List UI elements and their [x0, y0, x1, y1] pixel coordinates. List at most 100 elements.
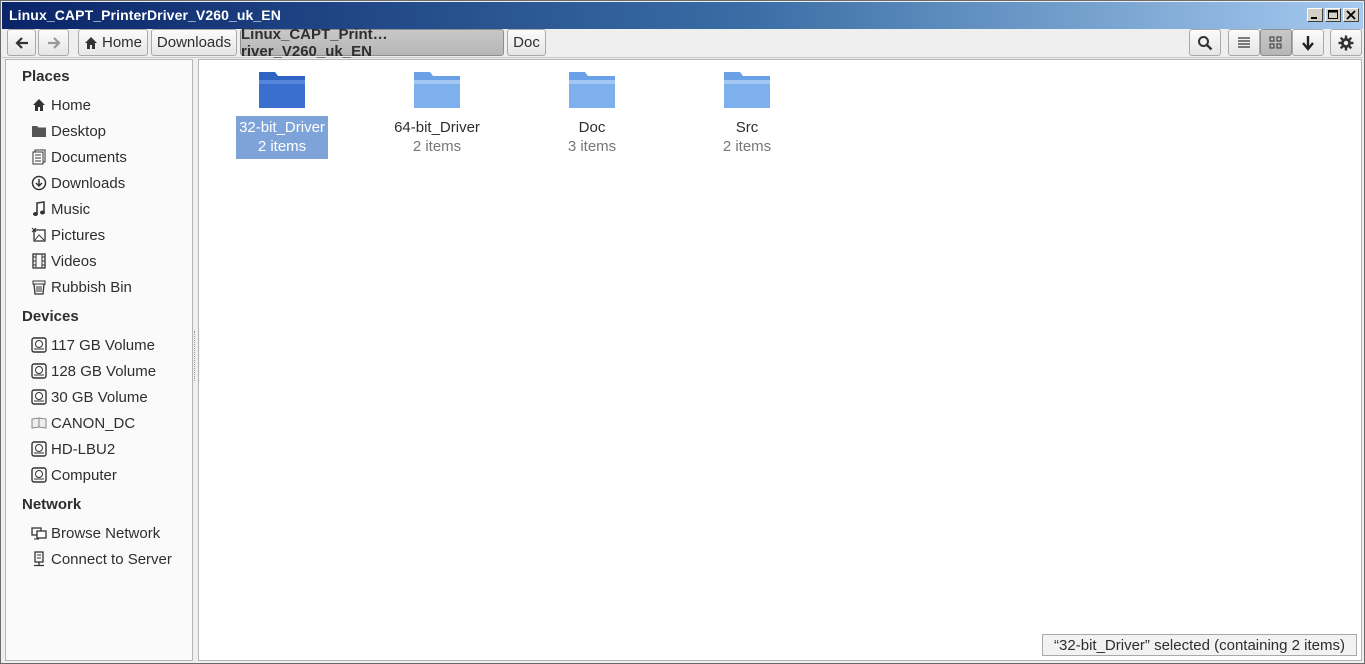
- search-button[interactable]: [1189, 29, 1221, 56]
- folder-item-count: 2 items: [412, 138, 462, 155]
- drive-icon: [30, 466, 48, 484]
- minimize-button[interactable]: [1307, 8, 1323, 22]
- folder-item-count: 2 items: [257, 138, 307, 155]
- breadcrumb-current[interactable]: Linux_CAPT_Print…river_V260_uk_EN: [240, 26, 504, 60]
- sidebar-item-label: Documents: [51, 148, 127, 166]
- sidebar-item-connect-to-server[interactable]: Connect to Server: [6, 547, 192, 571]
- breadcrumb-doc[interactable]: Doc: [507, 29, 546, 56]
- folder-name: Doc: [578, 119, 606, 136]
- close-icon: [1346, 10, 1356, 20]
- sidebar-item-documents[interactable]: Documents: [6, 145, 192, 169]
- back-button[interactable]: [7, 29, 36, 56]
- folder-name: 32-bit_Driver: [239, 119, 325, 136]
- sidebar-item-canon-dc[interactable]: CANON_DC: [6, 411, 192, 435]
- folder-icon: [724, 72, 770, 108]
- sidebar-item-label: 117 GB Volume: [51, 336, 155, 354]
- download-circle-icon: [30, 174, 48, 192]
- minimize-icon: [1311, 17, 1317, 19]
- network-heading: Network: [22, 496, 82, 513]
- folder-item-32-bit-driver[interactable]: 32-bit_Driver 2 items: [227, 68, 337, 159]
- folder-icon: [259, 72, 305, 108]
- drive-icon: [30, 336, 48, 354]
- film-icon: [30, 252, 48, 270]
- music-note-icon: [30, 200, 48, 218]
- sidebar-item-home[interactable]: Home: [6, 93, 192, 117]
- sidebar-item-label: Pictures: [51, 226, 106, 244]
- sidebar-item-label: Desktop: [51, 122, 107, 140]
- file-manager-window: Linux_CAPT_PrinterDriver_V260_uk_EN Home…: [0, 0, 1365, 664]
- maximize-button[interactable]: [1325, 8, 1341, 22]
- sidebar-item-downloads[interactable]: Downloads: [6, 171, 192, 195]
- status-text: “32-bit_Driver” selected (containing 2 i…: [1054, 636, 1345, 654]
- breadcrumb-current-label: Linux_CAPT_Print…river_V260_uk_EN: [241, 25, 388, 60]
- sidebar-item-label: Videos: [51, 252, 97, 270]
- network-icon: [30, 524, 48, 542]
- sidebar-item-label: 128 GB Volume: [51, 362, 157, 380]
- close-button[interactable]: [1343, 8, 1359, 22]
- sidebar: Places Home Desktop Documents Downloads …: [5, 59, 193, 661]
- sidebar-item-browse-network[interactable]: Browse Network: [6, 521, 192, 545]
- sidebar-item-desktop[interactable]: Desktop: [6, 119, 192, 143]
- arrow-left-icon: [14, 36, 28, 49]
- picture-icon: [30, 226, 48, 244]
- optical-disc-icon: [30, 414, 48, 432]
- folder-name: Src: [735, 119, 759, 136]
- sidebar-item-videos[interactable]: Videos: [6, 249, 192, 273]
- breadcrumb-doc-label: Doc: [513, 34, 540, 51]
- sidebar-item-30gb-volume[interactable]: 30 GB Volume: [6, 385, 192, 409]
- sidebar-item-computer[interactable]: Computer: [6, 463, 192, 487]
- places-heading: Places: [22, 68, 70, 85]
- window-controls: [1307, 8, 1359, 22]
- search-icon: [1198, 35, 1213, 50]
- grid-view-icon: [1269, 36, 1282, 48]
- sidebar-item-label: CANON_DC: [51, 414, 136, 432]
- pane-splitter[interactable]: [194, 331, 196, 381]
- download-icon: [1302, 35, 1314, 51]
- sidebar-item-128gb-volume[interactable]: 128 GB Volume: [6, 359, 192, 383]
- sidebar-item-label: Computer: [51, 466, 117, 484]
- sidebar-item-hd-lbu2[interactable]: HD-LBU2: [6, 437, 192, 461]
- sidebar-item-label: 30 GB Volume: [51, 388, 148, 406]
- breadcrumb-home[interactable]: Home: [78, 29, 148, 56]
- list-view-button[interactable]: [1228, 29, 1260, 56]
- forward-button[interactable]: [38, 29, 69, 56]
- folder-item-64-bit-driver[interactable]: 64-bit_Driver 2 items: [382, 68, 492, 157]
- drive-icon: [30, 440, 48, 458]
- title-bar[interactable]: Linux_CAPT_PrinterDriver_V260_uk_EN: [2, 2, 1363, 29]
- drive-icon: [30, 362, 48, 380]
- gear-icon: [1338, 35, 1354, 50]
- grid-view-button[interactable]: [1260, 29, 1292, 56]
- folder-item-count: 2 items: [722, 138, 772, 155]
- sidebar-item-label: Music: [51, 200, 91, 218]
- sidebar-item-label: Rubbish Bin: [51, 278, 132, 296]
- folder-item-doc[interactable]: Doc 3 items: [537, 68, 647, 157]
- folder-name: 64-bit_Driver: [394, 119, 480, 136]
- drive-icon: [30, 388, 48, 406]
- folder-item-src[interactable]: Src 2 items: [692, 68, 802, 157]
- folder-item-count: 3 items: [567, 138, 617, 155]
- sidebar-item-rubbish-bin[interactable]: Rubbish Bin: [6, 275, 192, 299]
- home-icon: [84, 36, 97, 49]
- selection-highlight: 32-bit_Driver 2 items: [236, 116, 328, 159]
- status-bar: “32-bit_Driver” selected (containing 2 i…: [1042, 634, 1357, 656]
- sidebar-item-label: HD-LBU2: [51, 440, 116, 458]
- sidebar-item-label: Connect to Server: [51, 550, 172, 568]
- sidebar-item-pictures[interactable]: Pictures: [6, 223, 192, 247]
- breadcrumb-home-label: Home: [101, 34, 142, 51]
- list-view-icon: [1238, 36, 1250, 48]
- sidebar-item-label: Downloads: [51, 174, 126, 192]
- settings-button[interactable]: [1330, 29, 1362, 56]
- sidebar-item-label: Browse Network: [51, 524, 161, 542]
- devices-heading: Devices: [22, 308, 79, 325]
- sort-button[interactable]: [1292, 29, 1324, 56]
- breadcrumb-downloads[interactable]: Downloads: [151, 29, 237, 56]
- sidebar-item-music[interactable]: Music: [6, 197, 192, 221]
- folder-icon: [414, 72, 460, 108]
- sidebar-item-label: Home: [51, 96, 92, 114]
- home-icon: [30, 96, 48, 114]
- maximize-icon: [1328, 10, 1338, 19]
- folder-icon: [30, 122, 48, 140]
- sidebar-item-117gb-volume[interactable]: 117 GB Volume: [6, 333, 192, 357]
- file-view[interactable]: 32-bit_Driver 2 items 64-bit_Driver 2 it…: [198, 59, 1362, 661]
- window-title: Linux_CAPT_PrinterDriver_V260_uk_EN: [9, 7, 281, 23]
